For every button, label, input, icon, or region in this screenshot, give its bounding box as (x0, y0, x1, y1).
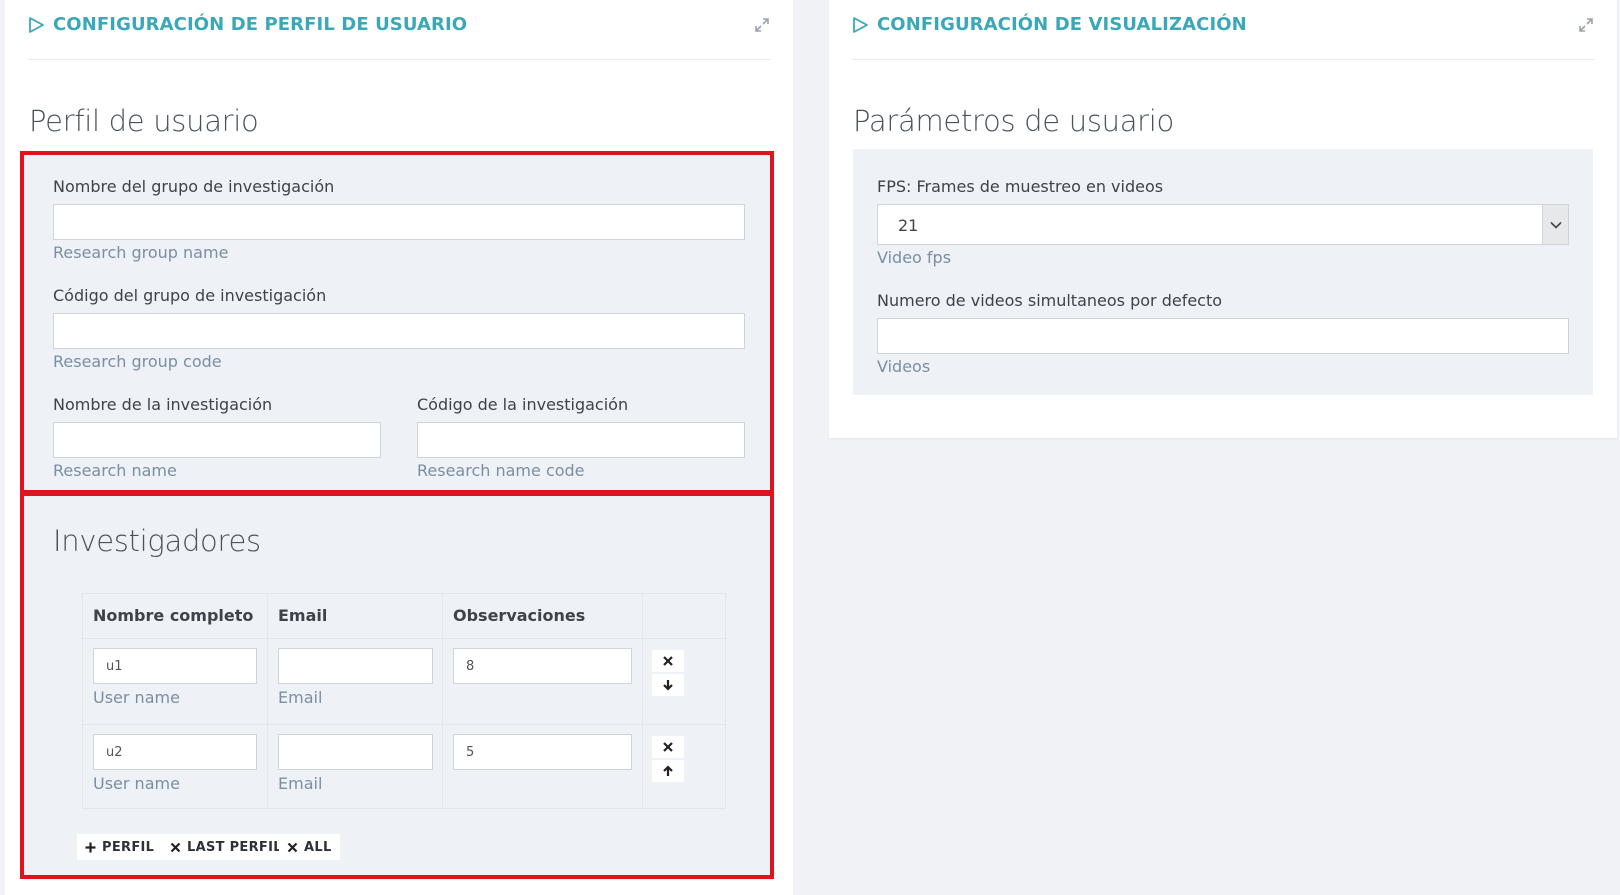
researcher-notes-input[interactable] (453, 734, 632, 770)
researcher-email-input[interactable] (278, 648, 433, 684)
x-icon (663, 656, 673, 666)
plus-icon (85, 842, 96, 852)
researchers-table: Nombre completo Email Observaciones User… (82, 593, 726, 809)
play-outline-icon (29, 16, 44, 33)
research-code-label: Código de la investigación (417, 395, 629, 414)
remove-row-button[interactable] (652, 736, 684, 758)
videos-label: Numero de videos simultaneos por defecto (877, 291, 1223, 310)
fps-select[interactable]: 21 (877, 204, 1569, 245)
researcher-email-help: Email (278, 688, 323, 707)
group-name-label: Nombre del grupo de investigación (53, 177, 335, 196)
researchers-heading: Investigadores (53, 524, 261, 558)
researcher-name-help: User name (93, 774, 180, 793)
play-outline-icon (853, 16, 868, 33)
remove-all-label: ALL (304, 839, 332, 855)
researcher-name-help: User name (93, 688, 180, 707)
research-name-help: Research name (53, 461, 177, 480)
panel-title-text: CONFIGURACIÓN DE VISUALIZACIÓN (877, 14, 1247, 35)
videos-input[interactable] (877, 318, 1569, 354)
research-code-help: Research name code (417, 461, 585, 480)
arrow-down-icon (663, 680, 673, 691)
group-name-input[interactable] (53, 204, 745, 240)
research-name-input[interactable] (53, 422, 381, 458)
research-code-input[interactable] (417, 422, 745, 458)
panel-title: CONFIGURACIÓN DE PERFIL DE USUARIO (28, 14, 467, 35)
column-header-name: Nombre completo (93, 606, 254, 625)
add-perfil-button[interactable]: PERFIL (77, 834, 163, 860)
user-params-heading: Parámetros de usuario (853, 104, 1174, 138)
researcher-name-input[interactable] (93, 648, 257, 684)
x-icon (287, 842, 298, 852)
researcher-email-input[interactable] (278, 734, 433, 770)
research-name-label: Nombre de la investigación (53, 395, 273, 414)
add-perfil-label: PERFIL (102, 839, 155, 855)
move-up-button[interactable] (652, 760, 684, 782)
remove-last-perfil-button[interactable]: LAST PERFIL (162, 834, 290, 860)
visualization-config-panel: CONFIGURACIÓN DE VISUALIZACIÓN Parámetro… (829, 0, 1617, 438)
move-down-button[interactable] (652, 674, 684, 696)
profile-heading: Perfil de usuario (29, 104, 259, 138)
researcher-email-help: Email (278, 774, 323, 793)
group-code-input[interactable] (53, 313, 745, 349)
group-name-help: Research group name (53, 243, 229, 262)
remove-last-perfil-label: LAST PERFIL (187, 839, 282, 855)
expand-arrows-icon[interactable] (754, 17, 770, 33)
panel-header: CONFIGURACIÓN DE PERFIL DE USUARIO (28, 0, 770, 60)
fps-select-value: 21 (898, 216, 919, 235)
panel-header: CONFIGURACIÓN DE VISUALIZACIÓN (852, 0, 1594, 60)
remove-row-button[interactable] (652, 650, 684, 672)
chevron-down-icon (1549, 221, 1562, 229)
group-code-help: Research group code (53, 352, 222, 371)
fps-select-toggle[interactable] (1542, 205, 1568, 244)
remove-all-button[interactable]: ALL (279, 834, 340, 860)
panel-title: CONFIGURACIÓN DE VISUALIZACIÓN (852, 14, 1247, 35)
researcher-name-input[interactable] (93, 734, 257, 770)
videos-help: Videos (877, 357, 931, 376)
panel-title-text: CONFIGURACIÓN DE PERFIL DE USUARIO (53, 14, 468, 35)
x-icon (170, 842, 181, 852)
expand-arrows-icon[interactable] (1578, 17, 1594, 33)
column-header-email: Email (278, 606, 328, 625)
x-icon (663, 742, 673, 752)
column-header-notes: Observaciones (453, 606, 586, 625)
profile-config-panel: CONFIGURACIÓN DE PERFIL DE USUARIO Perfi… (5, 0, 793, 895)
arrow-up-icon (663, 765, 673, 776)
fps-label: FPS: Frames de muestreo en videos (877, 177, 1164, 196)
group-code-label: Código del grupo de investigación (53, 286, 327, 305)
researcher-notes-input[interactable] (453, 648, 632, 684)
fps-help: Video fps (877, 248, 952, 267)
